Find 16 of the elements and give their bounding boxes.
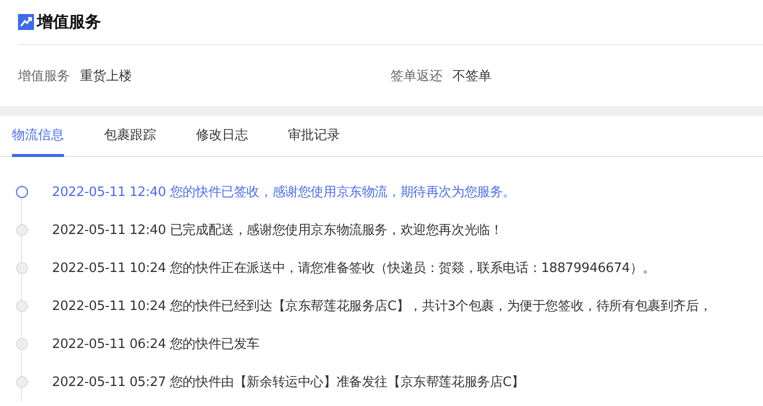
trend-icon [18, 14, 34, 30]
timeline-entry: 2022-05-11 10:24 您的快件已经到达【京东帮莲花服务店C】，共计3个包裹，为便于您签收，待所有包裹到齐后， [52, 298, 712, 315]
timeline-entry: 2022-05-11 10:24 您的快件正在派送中，请您准备签收（快递员：贺燚，联系电话：18879946674）。 [52, 260, 656, 277]
field-value: 不签单 [452, 68, 492, 84]
timeline-entry: 2022-05-11 05:27 您的快件由【新余转运中心】准备发往【京东帮莲花服务店C】 [52, 374, 524, 391]
field-label: 签单返还 [390, 68, 442, 84]
tab[interactable]: 包裹跟踪 [104, 116, 156, 157]
tab[interactable]: 修改日志 [196, 116, 248, 157]
tab[interactable]: 审批记录 [288, 116, 340, 157]
timeline-entry: 2022-05-11 12:40 您的快件已签收，感谢您使用京东物流，期待再次为您服务。 [52, 184, 516, 201]
field-value: 重货上楼 [80, 68, 132, 84]
field-label: 增值服务 [18, 68, 70, 84]
section-title: 增值服务 [37, 12, 101, 32]
timeline-entry: 2022-05-11 12:40 已完成配送，感谢您使用京东物流服务，欢迎您再次光临！ [52, 222, 503, 239]
tab[interactable]: 物流信息 [12, 116, 64, 157]
timeline-entry: 2022-05-11 06:24 您的快件已发车 [52, 336, 260, 353]
